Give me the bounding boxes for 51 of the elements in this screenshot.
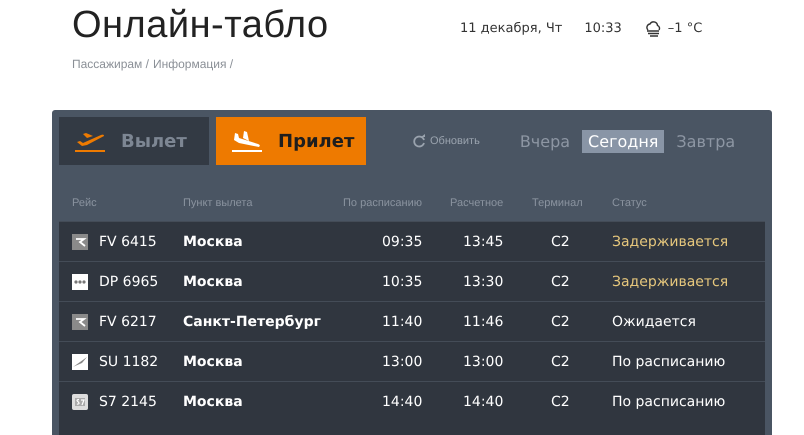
origin-city: Санкт-Петербург <box>183 314 322 330</box>
date-text: 11 декабря, Чт <box>460 21 562 36</box>
origin-city: Москва <box>183 394 244 410</box>
scheduled-time: 11:40 <box>382 314 424 330</box>
estimated-time: 13:45 <box>463 234 504 250</box>
origin-city: Москва <box>183 274 244 290</box>
terminal-text: C2 <box>551 354 571 370</box>
scheduled-time: 10:35 <box>382 274 424 290</box>
terminal-text: C2 <box>551 394 571 410</box>
arrivals-tab[interactable]: Прилет <box>216 117 366 165</box>
flight-number: SU 1182 <box>99 354 160 370</box>
status-text: Задерживается <box>612 274 730 290</box>
refresh-button[interactable]: Обновить <box>412 134 480 148</box>
terminal-text: C2 <box>551 314 571 330</box>
terminal-text: C2 <box>551 234 571 250</box>
column-header: По расписанию <box>343 197 424 209</box>
scheduled-time: 13:00 <box>382 354 424 370</box>
departures-tab[interactable]: Вылет <box>59 117 209 165</box>
origin-city: Москва <box>183 354 244 370</box>
temperature-text: –1 °C <box>668 21 702 36</box>
time-text: 10:33 <box>584 21 622 36</box>
page-title: Онлайн-табло <box>72 4 330 47</box>
origin-city: Москва <box>183 234 244 250</box>
day-tab[interactable]: Вчера <box>514 130 576 152</box>
estimated-time: 14:40 <box>463 394 504 410</box>
flight-number: DP 6965 <box>99 274 160 290</box>
day-tab[interactable]: Сегодня <box>582 130 664 152</box>
plane-landing-icon <box>230 129 264 153</box>
column-header: Терминал <box>532 197 584 209</box>
terminal-text: C2 <box>551 274 571 290</box>
breadcrumb-link[interactable]: Пассажирам / <box>72 57 149 71</box>
column-header: Рейс <box>72 197 98 209</box>
estimated-time: 13:30 <box>463 274 504 290</box>
column-header: Статус <box>612 197 648 209</box>
status-text: Задерживается <box>612 234 730 250</box>
fog-cloud-icon <box>644 20 662 36</box>
flight-number: S7 2145 <box>99 394 158 410</box>
status-text: По расписанию <box>612 394 726 410</box>
flight-number: FV 6217 <box>99 314 158 330</box>
column-header: Пункт вылета <box>183 197 254 209</box>
breadcrumb-link[interactable]: Информация / <box>152 57 234 71</box>
status-text: По расписанию <box>612 354 726 370</box>
column-header: Расчетное <box>450 197 504 209</box>
day-tab[interactable]: Завтра <box>670 130 742 152</box>
refresh-icon <box>412 134 426 148</box>
status-text: Ожидается <box>612 314 697 330</box>
scheduled-time: 09:35 <box>382 234 424 250</box>
estimated-time: 11:46 <box>463 314 504 330</box>
estimated-time: 13:00 <box>463 354 504 370</box>
scheduled-time: 14:40 <box>382 394 424 410</box>
flight-number: FV 6415 <box>99 234 158 250</box>
